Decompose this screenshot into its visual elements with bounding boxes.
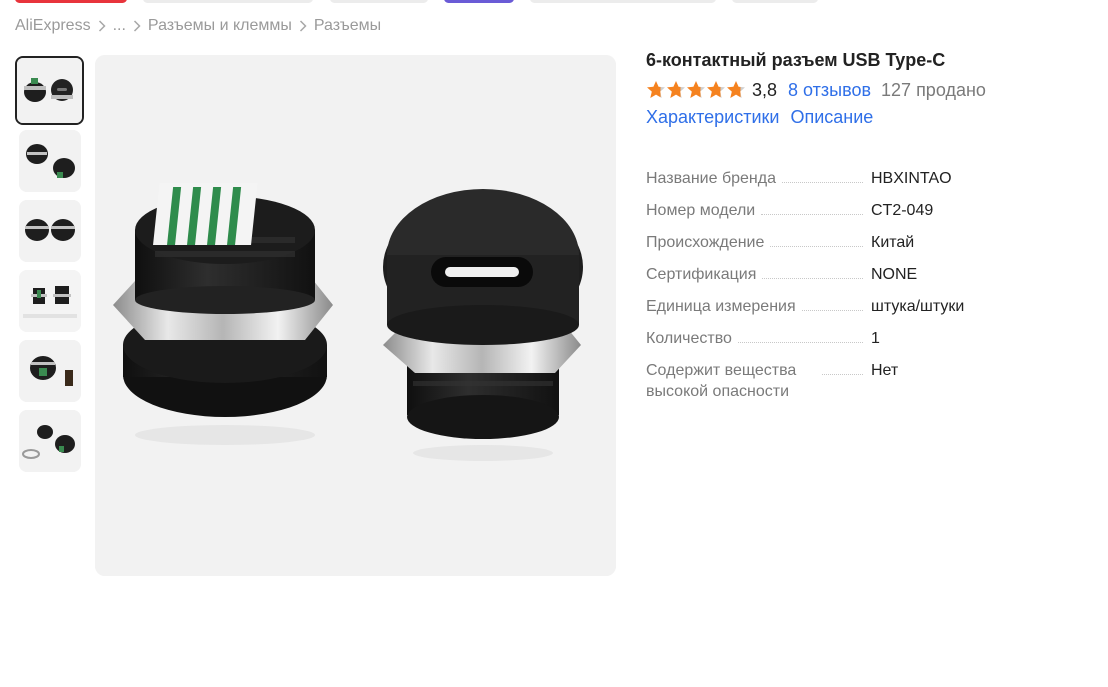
thumbnail-3[interactable]: [19, 200, 81, 262]
spec-key: Происхождение: [646, 234, 765, 251]
spec-value: штука/штуки: [871, 298, 965, 315]
spec-dots: [781, 182, 863, 183]
nav-chip[interactable]: [330, 0, 428, 3]
spec-row: Сертификация NONE: [646, 264, 1086, 285]
tab-characteristics[interactable]: Характеристики: [646, 107, 779, 128]
top-nav-strip: [0, 0, 1108, 6]
nav-chip[interactable]: [143, 0, 313, 3]
breadcrumb-item-connectors[interactable]: Разъемы: [314, 17, 381, 35]
product-thumbnail-image: [19, 340, 81, 402]
spec-key: Единица измерения: [646, 298, 796, 315]
product-thumbnail-image: [19, 130, 81, 192]
spec-key: Содержит вещества высокой опасности: [646, 362, 797, 400]
spec-key: Количество: [646, 330, 732, 347]
spec-row: Количество 1: [646, 328, 1086, 349]
nav-chip[interactable]: [15, 0, 127, 3]
spec-key: Сертификация: [646, 266, 757, 283]
product-info: 6-контактный разъем USB Type-C 3,8 8 отз…: [646, 48, 1086, 413]
star-icon: [647, 81, 745, 98]
thumbnail-5[interactable]: [19, 340, 81, 402]
nav-chip[interactable]: [530, 0, 716, 3]
thumbnail-4[interactable]: [19, 270, 81, 332]
spec-value: HBXINTAO: [871, 170, 952, 187]
thumbnail-1[interactable]: [15, 56, 84, 125]
product-thumbnail-image: [17, 58, 82, 123]
tab-description[interactable]: Описание: [790, 107, 873, 128]
product-tabs: Характеристики Описание: [646, 107, 1086, 128]
spec-value: NONE: [871, 266, 918, 283]
spec-row: Единица измерения штука/штуки: [646, 296, 1086, 317]
main-product-image[interactable]: [95, 55, 616, 576]
nav-chip[interactable]: [732, 0, 818, 3]
spec-value: 1: [871, 330, 880, 347]
specifications-table: Название бренда HBXINTAO Номер модели CT…: [646, 168, 1086, 402]
spec-key: Номер модели: [646, 202, 756, 219]
spec-value: CT2-049: [871, 202, 934, 219]
product-thumbnail-image: [19, 270, 81, 332]
breadcrumb-item-aliexpress[interactable]: AliExpress: [15, 17, 91, 35]
star-rating[interactable]: [646, 80, 746, 100]
spec-dots: [801, 310, 863, 311]
product-title: 6-контактный разъем USB Type-C: [646, 50, 946, 70]
breadcrumb-item-ellipsis[interactable]: ...: [113, 17, 126, 35]
thumbnail-6[interactable]: [19, 410, 81, 472]
spec-value: Нет: [871, 362, 899, 379]
spec-dots: [770, 246, 863, 247]
sold-count: 127 продано: [881, 79, 986, 100]
nav-chip[interactable]: [444, 0, 514, 3]
product-photo: [95, 55, 616, 576]
rating-value: 3,8: [752, 79, 778, 100]
chevron-right-icon: [126, 20, 148, 32]
thumbnail-gallery: [15, 56, 85, 480]
thumbnail-2[interactable]: [19, 130, 81, 192]
spec-value: Китай: [871, 234, 915, 251]
chevron-right-icon: [91, 20, 113, 32]
reviews-link[interactable]: 8 отзывов: [788, 80, 871, 101]
spec-dots: [737, 342, 863, 343]
spec-dots: [762, 278, 863, 279]
breadcrumb: AliExpress ... Разъемы и клеммы Разъемы: [15, 17, 381, 35]
spec-row: Номер модели CT2-049: [646, 200, 1086, 221]
product-thumbnail-image: [19, 200, 81, 262]
spec-dots: [822, 374, 863, 375]
product-thumbnail-image: [19, 410, 81, 472]
spec-key: Название бренда: [646, 170, 776, 187]
chevron-right-icon: [292, 20, 314, 32]
spec-row: Происхождение Китай: [646, 232, 1086, 253]
rating-row: 3,8 8 отзывов 127 продано: [646, 77, 1086, 103]
spec-row: Название бренда HBXINTAO: [646, 168, 1086, 189]
breadcrumb-item-connectors-terminals[interactable]: Разъемы и клеммы: [148, 17, 292, 35]
spec-dots: [761, 214, 863, 215]
spec-row: Содержит вещества высокой опасности Нет: [646, 360, 1086, 402]
